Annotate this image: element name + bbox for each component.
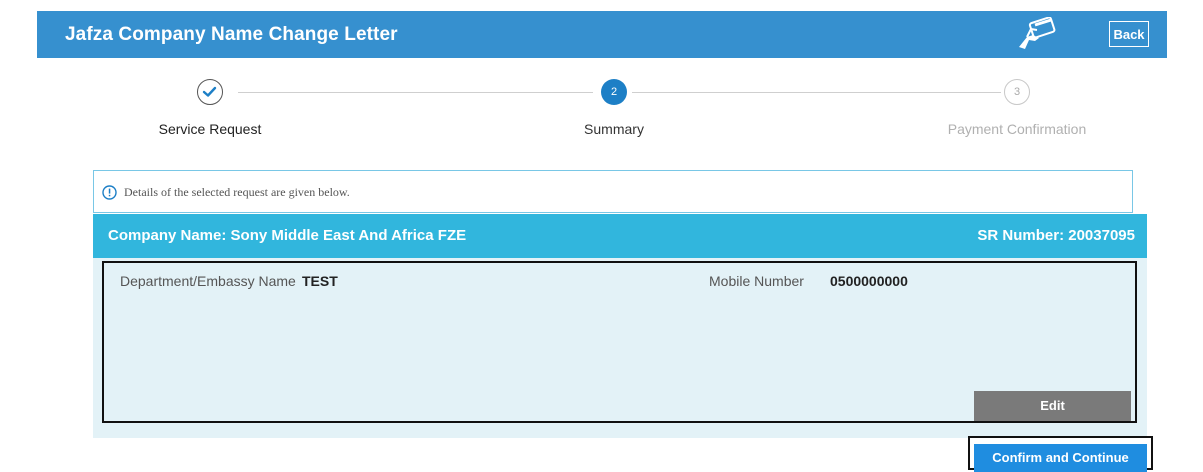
mobile-label: Mobile Number <box>709 273 804 289</box>
step-connector <box>238 92 593 93</box>
info-text: Details of the selected request are give… <box>124 185 350 199</box>
request-header-bar: Company Name: Sony Middle East And Afric… <box>93 214 1147 258</box>
details-panel: Department/Embassy Name TEST Mobile Numb… <box>93 258 1147 438</box>
department-label: Department/Embassy Name <box>120 273 296 289</box>
step-2-circle: 2 <box>601 79 627 105</box>
checkmark-icon <box>202 86 217 97</box>
details-card: Department/Embassy Name TEST Mobile Numb… <box>102 261 1137 423</box>
info-icon <box>102 185 117 200</box>
info-message: Details of the selected request are give… <box>93 170 1133 213</box>
confirm-continue-button[interactable]: Confirm and Continue <box>974 444 1147 472</box>
page-title: Jafza Company Name Change Letter <box>65 24 398 45</box>
step-3-label: Payment Confirmation <box>947 121 1087 137</box>
back-button[interactable]: Back <box>1109 21 1149 47</box>
step-3-circle: 3 <box>1004 79 1030 105</box>
step-connector <box>632 92 1001 93</box>
step-1-label: Service Request <box>158 121 262 137</box>
edit-button[interactable]: Edit <box>974 391 1131 421</box>
page-header: Jafza Company Name Change Letter Back <box>37 11 1167 58</box>
department-value: TEST <box>302 273 338 289</box>
card-payment-icon <box>1019 17 1056 49</box>
sr-number: SR Number: 20037095 <box>977 227 1135 244</box>
step-1-circle <box>197 79 223 105</box>
confirm-highlight: Confirm and Continue <box>968 436 1153 472</box>
step-2-label: Summary <box>584 121 644 137</box>
company-name: Company Name: Sony Middle East And Afric… <box>108 227 467 244</box>
mobile-value: 0500000000 <box>830 273 908 289</box>
